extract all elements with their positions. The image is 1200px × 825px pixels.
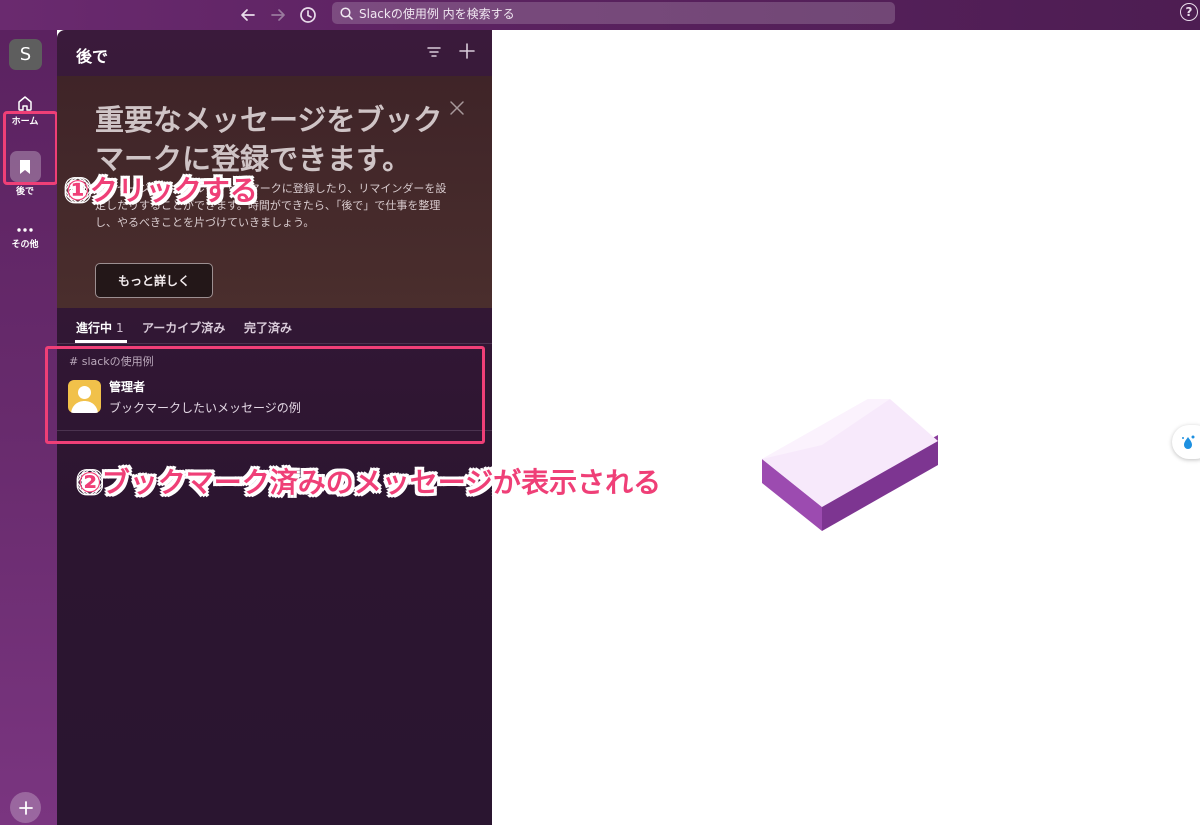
add-button[interactable] <box>10 792 41 823</box>
sparkle-drop-icon <box>1182 435 1195 449</box>
arrow-left-icon <box>241 9 255 21</box>
rail-item-label: その他 <box>11 240 39 250</box>
forward-button[interactable] <box>266 3 290 27</box>
workspace-switcher[interactable]: S <box>9 39 42 70</box>
more-icon <box>0 225 50 235</box>
tab-archived[interactable]: アーカイブ済み <box>142 319 225 336</box>
annotation-highlight-later <box>3 111 58 185</box>
new-reminder-icon[interactable] <box>458 42 476 60</box>
annotation-step1: ①クリックする <box>66 174 258 207</box>
search-placeholder: Slackの使用例 内を検索する <box>359 6 515 21</box>
tab-label: 完了済み <box>244 321 293 335</box>
learn-more-button[interactable]: もっと詳しく <box>95 263 213 298</box>
search-icon <box>340 6 353 20</box>
help-icon: ? <box>1185 5 1193 19</box>
rail-item-label: 後で <box>15 187 34 197</box>
assistant-widget[interactable] <box>1172 425 1200 459</box>
clock-icon <box>300 7 316 23</box>
history-button[interactable] <box>296 3 320 27</box>
panel-title: 後で <box>76 47 109 66</box>
tab-completed[interactable]: 完了済み <box>244 319 292 336</box>
promo-title: 重要なメッセージをブックマークに登録できます。 <box>95 103 443 176</box>
annotation-step2: ②ブックマーク済みのメッセージが表示される <box>78 466 662 499</box>
plus-icon <box>18 800 33 815</box>
tab-in-progress[interactable]: 進行中 1 <box>76 319 124 336</box>
tab-bar: 進行中 1 アーカイブ済み 完了済み <box>57 309 492 344</box>
annotation-highlight-message <box>45 346 485 444</box>
home-icon <box>0 94 50 112</box>
tab-label: 進行中 <box>76 321 113 335</box>
active-tab-indicator <box>75 340 127 343</box>
top-bar: Slackの使用例 内を検索する ? <box>0 0 1200 30</box>
bookmark-illustration <box>762 399 938 531</box>
filter-icon[interactable] <box>426 46 442 58</box>
tab-count: 1 <box>116 321 124 335</box>
back-button[interactable] <box>236 3 260 27</box>
help-button[interactable]: ? <box>1180 3 1198 21</box>
arrow-right-icon <box>271 9 285 21</box>
search-input[interactable]: Slackの使用例 内を検索する <box>332 2 895 24</box>
tab-label: アーカイブ済み <box>142 321 226 335</box>
rail-item-more[interactable]: その他 <box>0 225 50 250</box>
